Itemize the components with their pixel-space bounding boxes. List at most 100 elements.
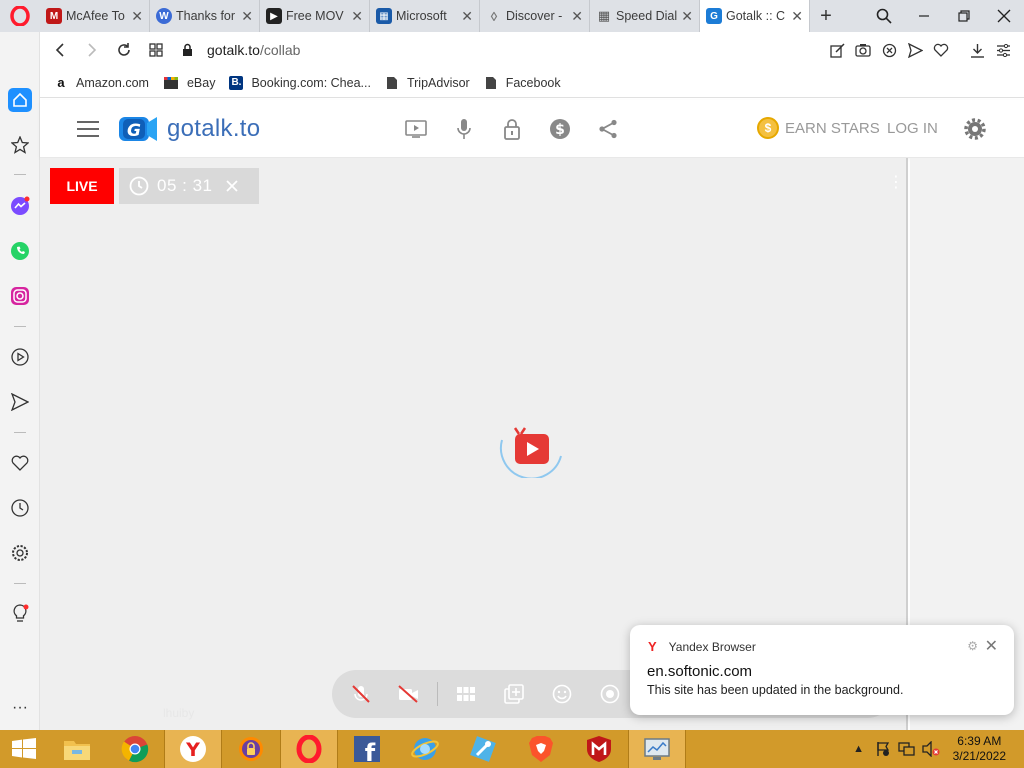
close-tab-icon[interactable]: ✕ [241,8,253,25]
settings-gear-icon[interactable] [963,117,987,141]
login-button[interactable]: LOG IN [887,120,938,137]
history-clock-icon[interactable] [8,496,32,520]
record-icon[interactable] [598,682,622,706]
close-tab-icon[interactable]: ✕ [131,8,143,25]
opera-menu-button[interactable] [0,0,40,32]
network-icon[interactable] [895,741,919,757]
close-tab-icon[interactable]: ✕ [351,8,363,25]
whatsapp-icon[interactable] [8,239,32,263]
camera-button[interactable] [850,32,876,68]
settings-taskbar-button[interactable] [628,730,686,768]
show-hidden-icons-icon[interactable]: ▲ [847,743,871,755]
sidebar-divider [14,583,26,584]
instagram-icon[interactable] [8,284,32,308]
restore-button[interactable] [944,0,984,32]
vpn-lock-icon [239,737,263,761]
dollar-icon[interactable]: $ [548,117,572,141]
close-timer-icon[interactable] [225,179,239,193]
close-tab-icon[interactable]: ✕ [571,8,583,25]
back-button[interactable] [44,32,76,68]
tab-gotalk[interactable]: G Gotalk :: C ✕ [700,0,810,32]
mcafee-taskbar-button[interactable] [570,730,628,768]
flag-icon[interactable] [871,741,895,757]
earn-stars-button[interactable]: $ EARN STARS [757,117,880,139]
home-icon[interactable] [8,88,32,112]
tool-taskbar-button[interactable] [454,730,512,768]
live-badge[interactable]: LIVE [50,168,114,204]
close-tab-icon[interactable]: ✕ [461,8,473,25]
hamburger-menu-icon[interactable] [77,121,99,137]
player-icon[interactable] [8,345,32,369]
downloads-button[interactable] [964,32,990,68]
system-tray: ▲ 6:39 AM 3/21/2022 [847,730,1024,768]
star-icon[interactable] [8,133,32,157]
chrome-taskbar-button[interactable] [106,730,164,768]
coin-icon: $ [757,117,779,139]
svg-text:$: $ [555,122,565,138]
search-icon [876,8,892,24]
easy-setup-button[interactable] [990,32,1016,68]
heart-icon[interactable] [8,451,32,475]
share-icon[interactable] [596,117,620,141]
session-timer: 05 : 31 [119,168,259,204]
taskbar-clock[interactable]: 6:39 AM 3/21/2022 [953,734,1006,764]
yandex-taskbar-button[interactable]: Y [164,730,222,768]
file-explorer-taskbar-button[interactable] [48,730,106,768]
tab-speed-dial[interactable]: ▦ Speed Dial ✕ [590,0,700,32]
brave-taskbar-button[interactable] [512,730,570,768]
lock-icon[interactable] [500,117,524,141]
edit-icon [829,42,845,58]
minimize-button[interactable] [904,0,944,32]
send-button[interactable] [902,32,928,68]
gotalk-logo[interactable]: G gotalk.to [117,113,260,145]
grid-layout-icon[interactable] [454,682,478,706]
tab-discover[interactable]: ◊ Discover - ✕ [480,0,590,32]
vpn-taskbar-button[interactable] [222,730,280,768]
adblock-button[interactable] [876,32,902,68]
close-window-button[interactable] [984,0,1024,32]
add-media-icon[interactable] [502,682,526,706]
url-field[interactable]: gotalk.to/collab [182,42,300,58]
start-button[interactable] [0,730,48,768]
mic-off-icon[interactable] [349,682,373,706]
emoji-icon[interactable] [550,682,574,706]
yandex-notification[interactable]: Y Yandex Browser ⚙ ✕ en.softonic.com Thi… [630,625,1014,715]
close-tab-icon[interactable]: ✕ [791,8,803,25]
bookmark-heart-button[interactable] [928,32,954,68]
bookmark-booking[interactable]: B. Booking.com: Chea... [229,75,371,90]
snapshot-edit-button[interactable] [824,32,850,68]
new-tab-button[interactable]: + [810,5,842,28]
settings-gear-icon[interactable] [8,541,32,565]
notification-settings-icon[interactable]: ⚙ [967,639,978,653]
opera-taskbar-button[interactable] [280,730,338,768]
svg-text:G: G [127,121,141,141]
reload-button[interactable] [108,32,140,68]
ie-taskbar-button[interactable] [396,730,454,768]
tab-mcafee[interactable]: M McAfee To ✕ [40,0,150,32]
mcafee-shield-icon [587,736,611,762]
speed-dial-button[interactable] [140,32,172,68]
close-tab-icon[interactable]: ✕ [681,8,693,25]
send-icon [907,42,923,58]
bookmark-ebay[interactable]: eBay [163,76,215,90]
tab-free-movies[interactable]: ▶ Free MOV ✕ [260,0,370,32]
notification-close-icon[interactable]: ✕ [985,636,998,656]
more-options-icon[interactable]: ⋮ [888,172,904,192]
search-tabs-button[interactable] [864,0,904,32]
volume-muted-icon[interactable] [919,741,943,757]
microphone-icon[interactable] [452,117,476,141]
bookmark-facebook[interactable]: Facebook [484,76,561,90]
send-icon[interactable] [8,390,32,414]
tab-microsoft[interactable]: ▦ Microsoft ✕ [370,0,480,32]
tab-thanks[interactable]: W Thanks for ✕ [150,0,260,32]
lightbulb-icon[interactable] [8,602,32,626]
forward-button[interactable] [76,32,108,68]
bookmark-amazon[interactable]: a Amazon.com [54,75,149,90]
facebook-taskbar-button[interactable]: f [338,730,396,768]
messenger-icon[interactable] [8,194,32,218]
tab-title: Thanks for [176,9,236,23]
more-icon[interactable]: ··· [8,696,32,720]
bookmark-tripadvisor[interactable]: TripAdvisor [385,76,470,90]
screen-share-icon[interactable] [404,117,428,141]
camera-off-icon[interactable] [396,682,420,706]
